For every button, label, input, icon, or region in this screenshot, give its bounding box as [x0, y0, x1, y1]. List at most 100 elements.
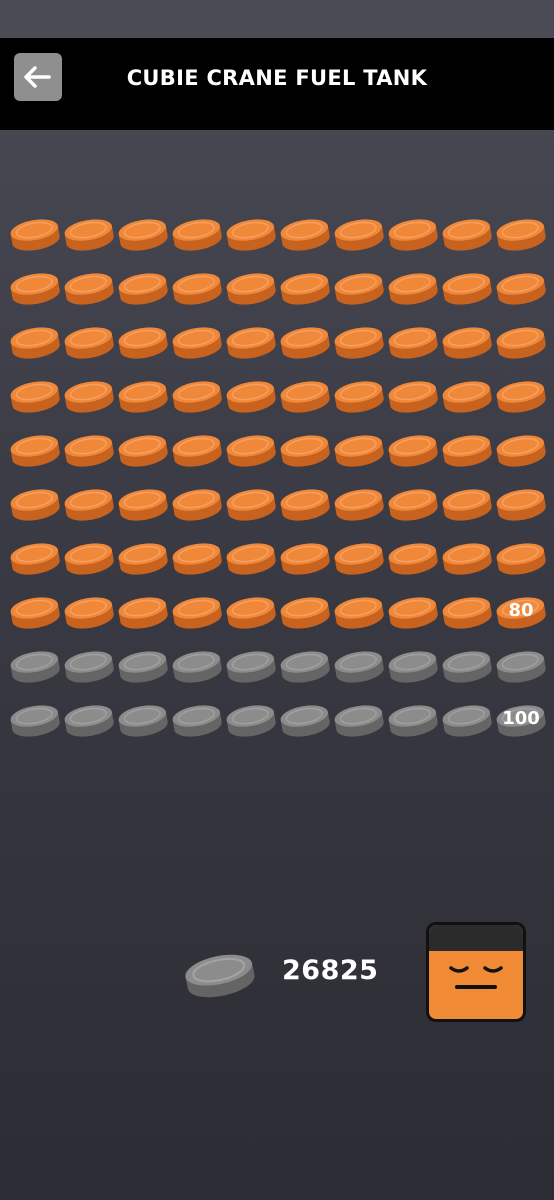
fuel-unit-filled — [386, 320, 440, 368]
fuel-coin-icon — [334, 651, 384, 683]
fuel-unit-filled — [170, 536, 224, 584]
fuel-unit-filled — [386, 536, 440, 584]
fuel-coin-icon — [442, 489, 492, 521]
fuel-unit-filled: 80 — [494, 590, 548, 638]
header-bar: CUBIE CRANE FUEL TANK — [0, 38, 554, 130]
fuel-unit-filled — [386, 212, 440, 260]
fuel-unit-filled — [170, 374, 224, 422]
fuel-coin-icon — [442, 705, 492, 737]
fuel-unit-empty — [170, 644, 224, 692]
fuel-coin-icon — [172, 219, 222, 251]
fuel-coin-icon — [118, 651, 168, 683]
fuel-coin-icon — [64, 597, 114, 629]
fuel-coin-icon — [118, 543, 168, 575]
fuel-unit-filled — [386, 266, 440, 314]
fuel-coin-icon — [334, 219, 384, 251]
fuel-unit-filled — [170, 212, 224, 260]
fuel-coin-icon — [496, 219, 546, 251]
fuel-unit-empty — [332, 698, 386, 746]
fuel-coin-icon — [10, 435, 60, 467]
fuel-row — [8, 428, 548, 482]
fuel-unit-filled — [278, 536, 332, 584]
fuel-unit-filled — [8, 212, 62, 260]
fuel-count-label: 100 — [502, 708, 540, 729]
fuel-coin-icon — [172, 489, 222, 521]
fuel-unit-filled — [224, 212, 278, 260]
fuel-balance-value: 26825 — [282, 955, 379, 986]
fuel-unit-filled — [440, 212, 494, 260]
fuel-coin-icon — [226, 327, 276, 359]
fuel-coin-icon — [388, 597, 438, 629]
fuel-tank-grid: 80 100 — [8, 212, 548, 752]
fuel-coin-icon — [334, 705, 384, 737]
fuel-coin-icon — [10, 489, 60, 521]
fuel-unit-filled — [170, 320, 224, 368]
fuel-coin-icon — [388, 705, 438, 737]
fuel-unit-filled — [332, 320, 386, 368]
fuel-unit-filled — [62, 482, 116, 530]
fuel-coin-icon — [280, 489, 330, 521]
page-title: CUBIE CRANE FUEL TANK — [126, 66, 428, 90]
fuel-unit-empty — [116, 698, 170, 746]
fuel-coin-icon — [10, 543, 60, 575]
fuel-row — [8, 374, 548, 428]
fuel-coin-icon — [226, 489, 276, 521]
fuel-coin-icon — [496, 381, 546, 413]
fuel-coin-icon — [64, 381, 114, 413]
fuel-unit-filled — [332, 212, 386, 260]
cubie-face-icon — [449, 966, 503, 989]
fuel-unit-filled — [8, 374, 62, 422]
fuel-unit-filled — [116, 266, 170, 314]
fuel-coin-icon — [64, 543, 114, 575]
fuel-unit-empty — [332, 644, 386, 692]
fuel-unit-filled — [386, 374, 440, 422]
fuel-unit-filled — [170, 482, 224, 530]
fuel-unit-empty: 100 — [494, 698, 548, 746]
fuel-unit-filled — [8, 266, 62, 314]
fuel-unit-filled — [62, 266, 116, 314]
fuel-coin-icon — [280, 273, 330, 305]
status-bar-area — [0, 0, 554, 38]
fuel-coin-icon — [496, 273, 546, 305]
fuel-coin-icon — [226, 219, 276, 251]
fuel-coin-icon — [442, 435, 492, 467]
fuel-row: 100 — [8, 698, 548, 752]
fuel-coin-icon — [172, 543, 222, 575]
fuel-coin-icon — [64, 327, 114, 359]
fuel-unit-filled — [494, 266, 548, 314]
fuel-coin-icon — [496, 489, 546, 521]
fuel-unit-filled — [170, 428, 224, 476]
fuel-coin-icon — [172, 651, 222, 683]
fuel-unit-empty — [170, 698, 224, 746]
fuel-coin-icon — [10, 219, 60, 251]
fuel-row: 80 — [8, 590, 548, 644]
fuel-coin-icon — [226, 381, 276, 413]
fuel-unit-filled — [116, 320, 170, 368]
fuel-coin-icon — [118, 381, 168, 413]
fuel-coin-icon — [442, 651, 492, 683]
fuel-coin-icon — [172, 435, 222, 467]
fuel-unit-filled — [386, 590, 440, 638]
fuel-unit-filled — [332, 266, 386, 314]
cubie-character — [426, 922, 526, 1022]
fuel-unit-filled — [224, 428, 278, 476]
fuel-coin-icon — [442, 597, 492, 629]
fuel-coin-icon — [388, 651, 438, 683]
fuel-coin-icon — [226, 543, 276, 575]
fuel-unit-empty — [224, 698, 278, 746]
fuel-unit-empty — [386, 644, 440, 692]
fuel-coin-icon — [118, 219, 168, 251]
fuel-unit-empty — [224, 644, 278, 692]
fuel-coin-icon — [442, 219, 492, 251]
fuel-coin-icon — [442, 327, 492, 359]
fuel-unit-filled — [224, 590, 278, 638]
fuel-unit-filled — [62, 320, 116, 368]
fuel-unit-filled — [8, 536, 62, 584]
fuel-coin-icon — [280, 597, 330, 629]
fuel-unit-empty — [278, 644, 332, 692]
fuel-coin-icon — [226, 435, 276, 467]
fuel-coin-icon — [388, 435, 438, 467]
fuel-unit-filled — [278, 482, 332, 530]
fuel-row — [8, 320, 548, 374]
fuel-coin-icon — [334, 273, 384, 305]
